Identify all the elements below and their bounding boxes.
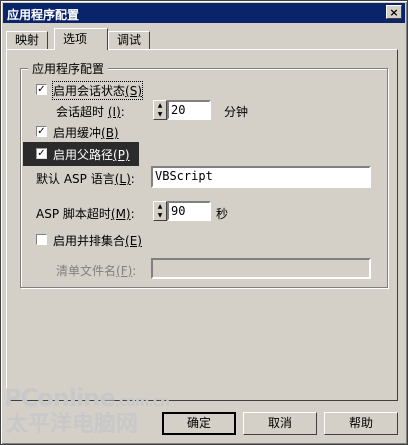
tab-mapping[interactable]: 映射 xyxy=(6,31,49,49)
tab-debug[interactable]: 调试 xyxy=(108,31,151,49)
session-state-label[interactable]: 启用会话状态(S) xyxy=(52,81,143,100)
session-state-checkbox[interactable]: ✓ xyxy=(36,84,47,95)
session-timeout-unit: 分钟 xyxy=(224,105,249,119)
asp-language-key: (L) xyxy=(114,172,131,186)
session-state-key: (S) xyxy=(125,84,142,98)
parent-paths-key: (P) xyxy=(113,148,130,162)
side-by-side-key: (E) xyxy=(125,234,142,248)
parent-paths-text: 启用父路径 xyxy=(53,148,114,162)
asp-language-input[interactable]: VBScript xyxy=(151,166,371,188)
asp-timeout-label: ASP 脚本超时(M): xyxy=(36,205,135,222)
asp-timeout-input[interactable]: 90 xyxy=(167,201,211,221)
session-timeout-input[interactable]: 20 xyxy=(167,100,211,120)
asp-timeout-key: (M) xyxy=(110,207,131,221)
manifest-text: 清单文件名 xyxy=(56,264,117,278)
close-button[interactable]: × xyxy=(386,5,402,19)
cancel-button[interactable]: 取消 xyxy=(243,412,317,435)
asp-language-label: 默认 ASP 语言(L): xyxy=(36,170,135,187)
manifest-key: (F) xyxy=(116,264,133,278)
tab-options[interactable]: 选项 xyxy=(54,28,108,50)
session-timeout-label: 会话超时 (I): xyxy=(56,103,125,120)
buffering-label[interactable]: 启用缓冲(B) xyxy=(53,124,119,141)
session-timeout-key: (I) xyxy=(107,105,121,119)
asp-timeout-unit: 秒 xyxy=(216,207,229,221)
manifest-input[interactable] xyxy=(151,258,371,279)
session-timeout-colon: : xyxy=(120,105,125,119)
group-title: 应用程序配置 xyxy=(28,60,109,77)
close-icon: × xyxy=(389,6,399,19)
asp-language-text: 默认 ASP 语言 xyxy=(36,172,115,186)
title-bar[interactable]: 应用程序配置 × xyxy=(3,3,405,23)
asp-language-colon: : xyxy=(130,172,135,186)
tab-options-label: 选项 xyxy=(63,32,88,46)
parent-paths-label[interactable]: 启用父路径(P) xyxy=(53,146,130,163)
parent-paths-checkbox[interactable]: ✓ xyxy=(36,148,47,159)
tab-mapping-label: 映射 xyxy=(15,33,40,47)
buffering-checkbox[interactable]: ✓ xyxy=(36,126,47,137)
asp-timeout-spinner[interactable]: ▲ ▼ xyxy=(153,201,167,221)
buffering-key: (B) xyxy=(101,126,119,140)
manifest-label: 清单文件名(F): xyxy=(56,262,136,279)
asp-timeout-colon: : xyxy=(130,207,135,221)
window-title: 应用程序配置 xyxy=(7,8,80,22)
session-state-text: 启用会话状态 xyxy=(53,84,126,98)
side-by-side-label[interactable]: 启用并排集合(E) xyxy=(53,232,142,249)
side-by-side-checkbox[interactable] xyxy=(36,234,47,245)
buffering-text: 启用缓冲 xyxy=(53,126,102,140)
tab-debug-label: 调试 xyxy=(117,33,142,47)
asp-timeout-text: ASP 脚本超时 xyxy=(36,207,111,221)
parent-paths-row[interactable]: ✓ 启用父路径(P) xyxy=(23,142,139,166)
session-timeout-text: 会话超时 xyxy=(56,105,105,119)
watermark-cn: 太平洋电脑网 xyxy=(6,412,139,437)
session-timeout-spinner[interactable]: ▲ ▼ xyxy=(153,100,167,120)
help-button[interactable]: 帮助 xyxy=(324,412,398,435)
manifest-colon: : xyxy=(132,264,137,278)
side-by-side-text: 启用并排集合 xyxy=(53,234,126,248)
ok-button[interactable]: 确定 xyxy=(162,412,236,435)
